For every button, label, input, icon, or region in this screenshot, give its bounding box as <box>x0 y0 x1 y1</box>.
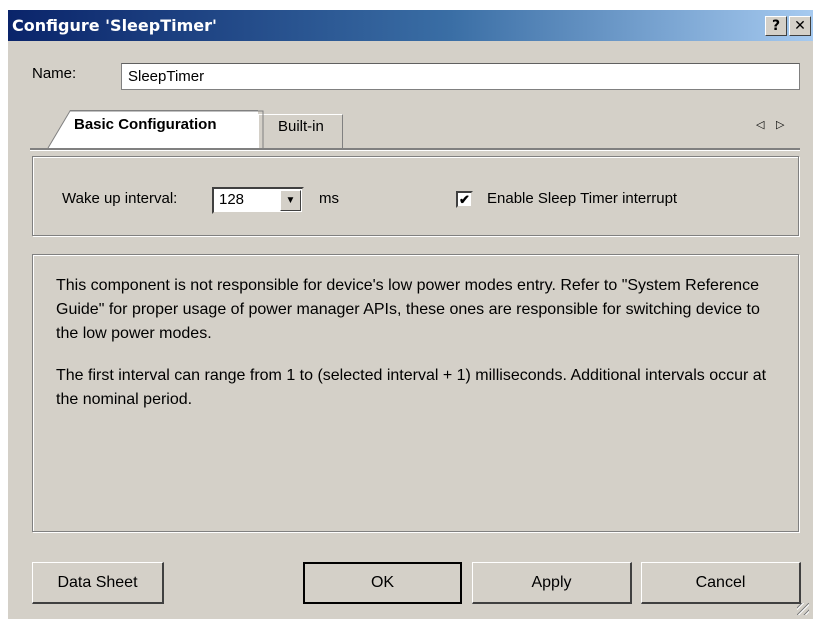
apply-button[interactable]: Apply <box>472 562 632 604</box>
configure-dialog: Configure 'SleepTimer' ? ✕ Name: Built-i… <box>8 10 813 619</box>
tab-scroll-left-icon[interactable]: ◁ <box>756 118 764 131</box>
dropdown-arrow-icon[interactable]: ▼ <box>280 190 301 211</box>
name-input[interactable] <box>121 63 800 90</box>
resize-grip-icon[interactable] <box>797 603 809 615</box>
description-text: This component is not responsible for de… <box>56 274 786 430</box>
sleep-timer-interrupt-checkbox[interactable]: ✔ <box>456 191 473 208</box>
sleep-timer-interrupt-label[interactable]: Enable Sleep Timer interrupt <box>487 190 677 207</box>
wake-interval-unit: ms <box>319 190 339 207</box>
window-title: Configure 'SleepTimer' <box>12 16 217 35</box>
description-paragraph: The first interval can range from 1 to (… <box>56 367 767 408</box>
ok-button[interactable]: OK <box>303 562 462 604</box>
tab-baseline <box>30 148 800 151</box>
tab-built-in-label: Built-in <box>278 118 324 135</box>
cancel-button[interactable]: Cancel <box>641 562 801 604</box>
wake-interval-label: Wake up interval: <box>62 190 178 207</box>
close-button[interactable]: ✕ <box>789 16 811 36</box>
name-label: Name: <box>32 65 77 82</box>
checkmark-icon: ✔ <box>459 192 470 207</box>
wake-interval-select[interactable]: 128 ▼ <box>212 187 304 214</box>
data-sheet-button[interactable]: Data Sheet <box>32 562 164 604</box>
wake-interval-value: 128 <box>219 191 245 208</box>
description-paragraph: This component is not responsible for de… <box>56 277 760 342</box>
tab-scroll-right-icon[interactable]: ▷ <box>776 118 784 131</box>
tab-basic-configuration-label: Basic Configuration <box>74 116 217 133</box>
title-bar[interactable]: Configure 'SleepTimer' ? ✕ <box>8 10 813 41</box>
help-button[interactable]: ? <box>765 16 787 36</box>
close-icon: ✕ <box>794 18 806 34</box>
